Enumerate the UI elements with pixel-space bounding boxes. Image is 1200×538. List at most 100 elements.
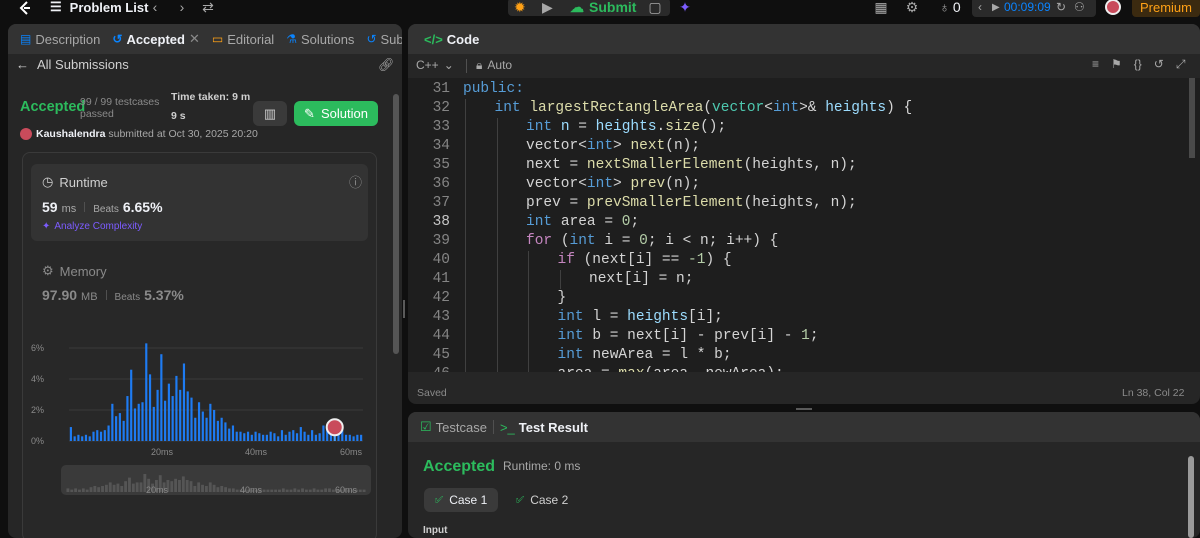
layout-icon[interactable]: ▦: [873, 0, 889, 17]
runtime-header: ◷ Runtime: [42, 174, 108, 190]
shuffle-icon[interactable]: ⇄: [199, 0, 217, 17]
ai-sparkle-icon[interactable]: ✦: [676, 0, 694, 17]
editor-scrollbar[interactable]: [1189, 78, 1195, 158]
timer-left-icon[interactable]: ‹: [978, 0, 982, 14]
code-token: >: [613, 138, 631, 154]
minimap-bar: [97, 487, 101, 492]
solution-button[interactable]: ✎ Solution: [294, 101, 378, 126]
chevron-down-icon: ⌄: [443, 58, 454, 72]
indent-guide: [465, 99, 466, 118]
tab-code[interactable]: </> Code: [418, 32, 485, 47]
back-link[interactable]: ← All Submissions: [16, 57, 129, 72]
line-number: 40: [432, 252, 450, 268]
next-problem-icon[interactable]: ›: [175, 0, 189, 17]
notes-icon[interactable]: ▢: [646, 0, 664, 17]
your-submission-marker: [325, 418, 344, 437]
tab-testcase[interactable]: ☑ Testcase: [414, 419, 493, 435]
minimap-bar: [328, 488, 331, 492]
horizontal-splitter-handle[interactable]: [796, 408, 812, 410]
indent-guide: [496, 232, 498, 251]
runtime-card[interactable]: ◷ Runtime ⓘ 59 ms Beats 6.65% ✦ Analyze …: [31, 164, 368, 241]
language-select[interactable]: C++ ⌄: [416, 58, 454, 72]
editorial-button[interactable]: ▥: [253, 101, 287, 126]
streak-count: 0: [952, 0, 961, 15]
code-editor[interactable]: 31 public: 32 int largestRectangleArea(vect…: [408, 78, 1200, 372]
case-1-button[interactable]: ✅︎ Case 1: [424, 488, 498, 512]
auto-mode[interactable]: 🔒︎ Auto: [476, 58, 512, 73]
code-token: next[i] = n;: [589, 271, 694, 287]
tab-solutions[interactable]: ⚗ Solutions: [280, 32, 360, 47]
streak-counter[interactable]: ♁ 0: [935, 0, 965, 17]
bookmark-icon[interactable]: ⚑: [1111, 57, 1122, 72]
minimap-bar: [316, 489, 320, 492]
username[interactable]: Kaushalendra: [36, 128, 105, 140]
timer-play-icon[interactable]: ▶: [992, 2, 1000, 13]
reset-icon[interactable]: ↺: [1154, 57, 1164, 72]
case-2-button[interactable]: ✅︎ Case 2: [512, 488, 572, 512]
minimap-bar: [320, 489, 324, 492]
submit-button[interactable]: ☁ Submit: [570, 0, 636, 16]
indent-guide: [465, 232, 466, 251]
line-number: 42: [432, 290, 450, 306]
minimap-bar: [89, 487, 93, 492]
avatar[interactable]: [1104, 0, 1122, 17]
minimap-bar: [308, 489, 312, 492]
problem-list-button[interactable]: ☰ Problem List: [50, 0, 150, 17]
memory-header[interactable]: ⚙ Memory: [42, 263, 107, 279]
code-token: heights: [825, 100, 887, 116]
distribution-bar: [194, 417, 197, 441]
tab-submissions[interactable]: ↺Submis: [360, 32, 402, 47]
minimap-bar: [212, 484, 216, 492]
indent-guide: [496, 194, 498, 213]
distribution-bar: [314, 434, 317, 441]
line-number: 31: [432, 81, 450, 97]
format-icon[interactable]: ≡: [1092, 57, 1099, 72]
indent-guide: [465, 137, 466, 156]
code-token: vector: [712, 100, 765, 116]
add-user-icon[interactable]: ⚇: [1074, 0, 1085, 14]
tab-editorial[interactable]: ▭ Editorial: [206, 32, 280, 47]
code-token: >&: [799, 100, 826, 116]
tab-test-result[interactable]: >_ Test Result: [494, 420, 594, 435]
analyze-complexity-link[interactable]: ✦ Analyze Complexity: [42, 221, 142, 232]
braces-icon[interactable]: {}: [1134, 57, 1142, 72]
distribution-bar: [280, 430, 284, 441]
indent-guide: [496, 175, 498, 194]
distribution-bar: [118, 413, 121, 441]
tab-description[interactable]: ▤ Description: [14, 32, 106, 47]
x-tick-label: 20ms: [151, 447, 174, 457]
distribution-bar: [152, 406, 155, 441]
vertical-splitter-handle[interactable]: [403, 300, 405, 318]
leetcode-logo-icon[interactable]: [16, 0, 34, 18]
premium-button[interactable]: Premium: [1132, 0, 1200, 17]
timer[interactable]: ‹ ▶ 00:09:09 ↻ ⚇: [972, 0, 1096, 17]
code-line: prev = prevSmallerElement(heights, n);: [526, 194, 857, 213]
indent-guide: [496, 327, 498, 346]
expand-icon[interactable]: ⤢: [1176, 57, 1186, 72]
timer-reset-icon[interactable]: ↻: [1056, 0, 1066, 14]
link-icon[interactable]: 🔗︎: [378, 57, 395, 73]
distribution-bar: [190, 397, 193, 441]
minimap-bar: [281, 488, 285, 492]
code-token: prev =: [526, 195, 587, 211]
info-icon[interactable]: ⓘ: [349, 172, 362, 191]
line-number: 37: [432, 195, 450, 211]
code-token: (: [560, 233, 570, 249]
close-icon[interactable]: ✕: [189, 31, 200, 47]
tab-accepted[interactable]: ↺ Accepted ✕: [106, 31, 206, 47]
left-scrollbar[interactable]: [393, 94, 399, 354]
minimap-bar: [362, 489, 366, 492]
indent-guide: [496, 251, 498, 270]
minimap-bar: [285, 489, 289, 492]
distribution-bar: [277, 436, 280, 441]
result-scrollbar[interactable]: [1188, 456, 1194, 538]
code-line: int b = next[i] - prev[i] - 1;: [558, 327, 819, 346]
minimap-bar: [289, 489, 293, 492]
code-token: }: [557, 290, 567, 306]
prev-problem-icon[interactable]: ‹: [148, 0, 162, 17]
distribution-bar: [167, 383, 170, 441]
run-icon[interactable]: ▶: [542, 0, 553, 16]
settings-icon[interactable]: ⚙: [904, 0, 920, 17]
debug-icon[interactable]: ✹: [514, 0, 526, 16]
time-taken-seconds: 9 s: [171, 110, 186, 122]
